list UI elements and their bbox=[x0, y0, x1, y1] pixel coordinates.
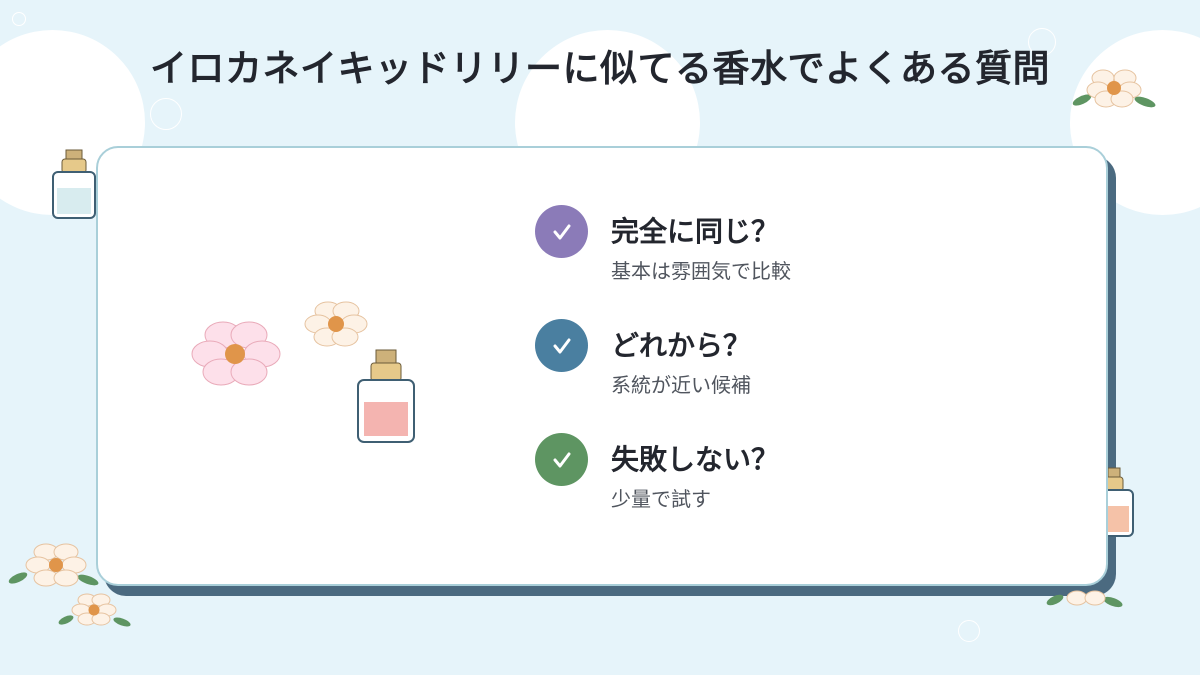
flower-icon bbox=[304, 301, 368, 347]
faq-answer: 基本は雰囲気で比較 bbox=[611, 259, 791, 283]
faq-answer: 少量で試す bbox=[611, 487, 711, 511]
bubble bbox=[12, 12, 26, 26]
page-title: イロカネイキッドリリーに似てる香水でよくある質問 bbox=[150, 47, 1050, 90]
bubble bbox=[958, 620, 980, 642]
check-icon bbox=[535, 205, 588, 258]
bubble bbox=[150, 98, 182, 130]
check-icon bbox=[535, 433, 588, 486]
flower-icon bbox=[8, 543, 99, 587]
faq-item: 失敗しない？ 少量で試す bbox=[535, 433, 955, 523]
check-icon bbox=[535, 319, 588, 372]
faq-question: 完全に同じ？ bbox=[611, 215, 780, 248]
faq-question: 失敗しない？ bbox=[611, 443, 780, 476]
faq-question: どれから？ bbox=[611, 329, 752, 362]
flower-icon bbox=[191, 321, 281, 386]
perfume-bottle-icon bbox=[52, 149, 96, 219]
perfume-bottle-icon bbox=[357, 349, 415, 443]
faq-item: 完全に同じ？ 基本は雰囲気で比較 bbox=[535, 205, 955, 295]
faq-item: どれから？ 系統が近い候補 bbox=[535, 319, 955, 409]
flower-icon bbox=[58, 593, 131, 627]
faq-answer: 系統が近い候補 bbox=[611, 373, 751, 397]
